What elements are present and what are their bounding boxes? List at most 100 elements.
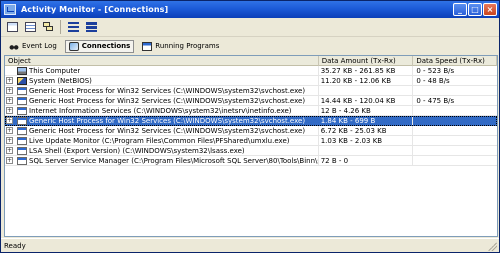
object-cell: + Internet Information Services (C:\WIND… — [5, 106, 319, 115]
expand-icon[interactable]: + — [6, 147, 13, 154]
toolbar — [1, 18, 499, 37]
data-amount: 1.84 KB - 699 B — [319, 116, 414, 125]
expand-icon[interactable]: + — [6, 137, 13, 144]
object-name: Generic Host Process for Win32 Services … — [29, 116, 306, 125]
table-row[interactable]: + Live Update Monitor (C:\Program Files\… — [5, 136, 497, 146]
process-icon — [17, 116, 27, 125]
close-button[interactable]: × — [483, 3, 497, 16]
data-speed — [413, 86, 497, 95]
connections-table: Object Data Amount (Tx-Rx) Data Speed (T… — [4, 55, 498, 237]
binoculars-icon — [9, 41, 19, 51]
data-amount: 72 B - 0 — [319, 156, 414, 165]
minimize-button[interactable]: _ — [453, 3, 467, 16]
copy-icon — [42, 21, 54, 33]
data-amount: 11.20 KB - 12.06 KB — [319, 76, 414, 85]
data-speed: 0 - 523 B/s — [416, 67, 455, 75]
data-speed: 0 - 48 B/s — [416, 77, 450, 85]
expand-icon[interactable]: + — [6, 127, 13, 134]
bars-small-button[interactable] — [83, 20, 99, 35]
object-cell: + Live Update Monitor (C:\Program Files\… — [5, 136, 319, 145]
maximize-button[interactable]: □ — [468, 3, 482, 16]
object-name: Internet Information Services (C:\WINDOW… — [29, 106, 292, 115]
table-row[interactable]: + Generic Host Process for Win32 Service… — [5, 86, 497, 96]
object-cell: + Generic Host Process for Win32 Service… — [5, 126, 319, 135]
data-speed: 0 - 475 B/s — [416, 97, 455, 105]
process-icon — [17, 106, 27, 115]
tab-label: Connections — [81, 42, 131, 50]
data-amount — [319, 146, 414, 155]
copy-button[interactable] — [40, 20, 56, 35]
programs-icon — [142, 41, 153, 51]
table-row[interactable]: + LSA Shell (Export Version) (C:\WINDOWS… — [5, 146, 497, 156]
network-icon — [68, 41, 79, 51]
list-view-button[interactable] — [22, 20, 38, 35]
data-amount: 12 B - 4.26 KB — [319, 106, 414, 115]
tab-event-log[interactable]: Event Log — [5, 40, 61, 53]
object-name: SQL Server Service Manager (C:\Program F… — [29, 156, 318, 165]
expand-icon[interactable]: + — [6, 87, 13, 94]
object-cell: + Generic Host Process for Win32 Service… — [5, 96, 319, 105]
object-name: This Computer — [29, 66, 81, 75]
resize-grip-icon[interactable] — [487, 241, 497, 251]
tree-view-button[interactable] — [4, 20, 20, 35]
expand-icon[interactable]: + — [6, 157, 13, 164]
tab-label: Running Programs — [155, 42, 220, 50]
status-bar: Ready — [1, 238, 499, 253]
data-speed — [413, 106, 497, 115]
data-amount: 35.27 KB - 261.85 KB — [319, 66, 414, 75]
data-amount — [319, 86, 414, 95]
table-row[interactable]: + SQL Server Service Manager (C:\Program… — [5, 156, 497, 166]
tree-view-icon — [6, 22, 18, 32]
object-name: Generic Host Process for Win32 Services … — [29, 96, 306, 105]
bars-large-button[interactable] — [65, 20, 81, 35]
tab-connections[interactable]: Connections — [64, 39, 135, 53]
object-name: Live Update Monitor (C:\Program Files\Co… — [29, 136, 290, 145]
expand-icon[interactable]: + — [6, 107, 13, 114]
data-amount: 14.44 KB - 120.04 KB — [319, 96, 414, 105]
process-icon — [17, 146, 27, 155]
table-row[interactable]: This Computer 35.27 KB - 261.85 KB 0 - 5… — [5, 66, 497, 76]
table-row[interactable]: + Internet Information Services (C:\WIND… — [5, 106, 497, 116]
object-name: LSA Shell (Export Version) (C:\WINDOWS\s… — [29, 146, 245, 155]
object-cell: + Generic Host Process for Win32 Service… — [5, 86, 319, 95]
column-header-data-amount[interactable]: Data Amount (Tx-Rx) — [319, 56, 414, 66]
expand-icon[interactable]: + — [6, 77, 13, 84]
data-speed — [413, 126, 497, 135]
table-row[interactable]: + System (NetBIOS) 11.20 KB - 12.06 KB 0… — [5, 76, 497, 86]
data-speed — [413, 146, 497, 155]
data-speed — [413, 116, 497, 125]
object-cell: This Computer — [5, 66, 319, 75]
app-window: Activity Monitor - [Connections] _ □ × E… — [0, 0, 500, 253]
table-row-selected[interactable]: + Generic Host Process for Win32 Service… — [5, 116, 497, 126]
activity-monitor-icon — [4, 4, 16, 15]
object-name: System (NetBIOS) — [29, 76, 92, 85]
process-icon — [17, 96, 27, 105]
process-icon — [17, 136, 27, 145]
column-header-data-speed[interactable]: Data Speed (Tx-Rx) — [413, 56, 497, 66]
column-header-object[interactable]: Object — [5, 56, 319, 66]
status-text: Ready — [4, 242, 26, 250]
object-cell: + System (NetBIOS) — [5, 76, 319, 85]
table-row[interactable]: + Generic Host Process for Win32 Service… — [5, 96, 497, 106]
process-icon — [17, 126, 27, 135]
title-bar[interactable]: Activity Monitor - [Connections] _ □ × — [1, 1, 499, 18]
table-row[interactable]: + Generic Host Process for Win32 Service… — [5, 126, 497, 136]
toolbar-separator — [60, 20, 61, 34]
object-name: Generic Host Process for Win32 Services … — [29, 86, 306, 95]
window-controls: _ □ × — [453, 3, 497, 16]
bars-large-icon — [67, 22, 79, 32]
data-amount: 6.72 KB - 25.03 KB — [319, 126, 414, 135]
list-view-icon — [24, 22, 36, 32]
object-cell: + LSA Shell (Export Version) (C:\WINDOWS… — [5, 146, 319, 155]
tab-label: Event Log — [22, 42, 57, 50]
data-speed — [413, 136, 497, 145]
expand-icon[interactable]: + — [6, 117, 13, 124]
object-cell: + SQL Server Service Manager (C:\Program… — [5, 156, 319, 165]
expand-icon[interactable]: + — [6, 97, 13, 104]
process-icon — [17, 156, 27, 165]
tab-running-programs[interactable]: Running Programs — [138, 40, 223, 53]
tab-bar: Event Log Connections Running Programs — [1, 38, 499, 54]
window-title: Activity Monitor - [Connections] — [21, 5, 169, 14]
bars-small-icon — [85, 22, 97, 32]
data-speed — [413, 156, 497, 165]
